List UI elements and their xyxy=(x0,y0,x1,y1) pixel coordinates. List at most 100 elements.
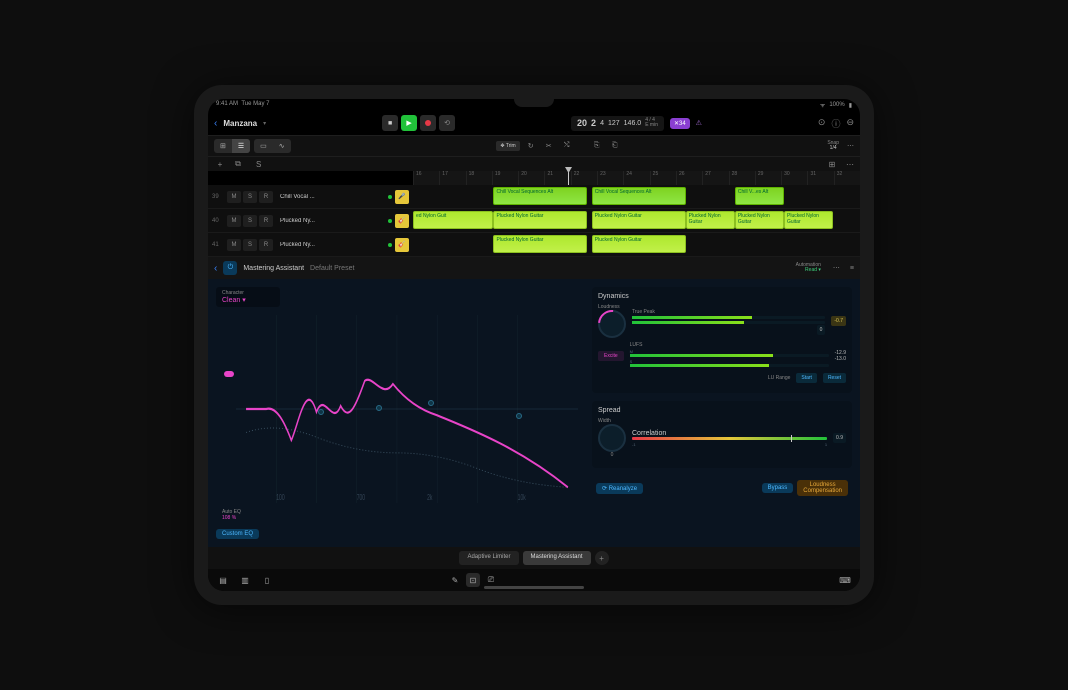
panel-list-icon[interactable]: ≡ xyxy=(850,265,854,272)
project-dropdown-icon[interactable]: ▾ xyxy=(263,120,266,127)
track-row[interactable]: 41MSRPlucked Ny...🎸Plucked Nylon GuitarP… xyxy=(208,233,860,257)
track-instrument-icon[interactable]: 🎸 xyxy=(395,238,409,252)
notes-icon[interactable]: ▯ xyxy=(260,573,274,587)
solo-button[interactable]: S xyxy=(243,239,257,251)
duplicate-track-icon[interactable]: ⧉ xyxy=(232,159,244,169)
grid-view[interactable]: ⊞ xyxy=(214,139,232,153)
mode-badge[interactable]: ✕34 xyxy=(670,118,690,129)
add-plugin-button[interactable]: + xyxy=(595,551,609,565)
library-icon[interactable]: ▤ xyxy=(216,573,230,587)
home-indicator[interactable] xyxy=(484,586,584,589)
help-icon[interactable]: ⓘ xyxy=(831,117,840,130)
track-name[interactable]: Chill Vocal ... xyxy=(280,194,385,200)
add-track-button[interactable]: + xyxy=(214,160,226,169)
list-view[interactable]: ☰ xyxy=(232,139,250,153)
lu-start-button[interactable]: Start xyxy=(796,373,817,383)
region-view[interactable]: ▭ xyxy=(254,139,273,153)
audio-region[interactable]: Chill V...es Alt xyxy=(735,187,784,205)
track-name[interactable]: Plucked Ny... xyxy=(280,218,385,224)
loop-tool[interactable]: ↻ xyxy=(524,139,538,153)
tuner-icon[interactable]: ⚠ xyxy=(696,119,702,127)
track-instrument-icon[interactable]: 🎸 xyxy=(395,214,409,228)
true-peak-meter-r xyxy=(632,321,825,324)
plugin-chain-tabs: Adaptive Limiter Mastering Assistant + xyxy=(208,547,860,569)
track-more-icon[interactable]: ⋯ xyxy=(846,160,854,169)
mute-button[interactable]: M xyxy=(227,191,241,203)
cycle-button[interactable]: ⟲ xyxy=(439,115,455,131)
panel-preset[interactable]: Default Preset xyxy=(310,265,354,272)
custom-eq-button[interactable]: Custom EQ xyxy=(216,529,259,539)
audio-region[interactable]: Plucked Nylon Guitar xyxy=(592,235,686,253)
plugin-power-button[interactable]: ⏻ xyxy=(223,261,237,275)
record-enable-button[interactable]: R xyxy=(259,239,273,251)
auto-eq-readout: Auto EQ 108 % xyxy=(222,509,241,521)
bypass-button[interactable]: Bypass xyxy=(762,483,794,493)
solo-button[interactable]: S xyxy=(243,215,257,227)
mute-button[interactable]: M xyxy=(227,239,241,251)
mute-button[interactable]: M xyxy=(227,215,241,227)
width-knob[interactable] xyxy=(598,424,626,452)
audio-region[interactable]: Plucked Nylon Guitar xyxy=(493,211,587,229)
audio-region[interactable]: Plucked Nylon Guitar xyxy=(592,211,686,229)
lu-reset-button[interactable]: Reset xyxy=(823,373,846,383)
play-button[interactable]: ▶ xyxy=(401,115,417,131)
audio-region[interactable]: Plucked Nylon Guitar xyxy=(784,211,833,229)
reanalyze-button[interactable]: ⟳ Reanalyze xyxy=(596,483,643,494)
history-icon[interactable]: ⊙ xyxy=(818,117,826,130)
track-number: 40 xyxy=(212,218,224,224)
paste-tool[interactable]: ⎗ xyxy=(608,139,622,153)
back-button[interactable]: ‹ xyxy=(214,118,217,129)
excite-button[interactable]: Excite xyxy=(598,351,624,361)
audio-region[interactable]: Chill Vocal Sequences Alt xyxy=(592,187,686,205)
keyboard-icon[interactable]: ⌨ xyxy=(838,573,852,587)
scissors-tool[interactable]: ✂ xyxy=(542,139,556,153)
record-button[interactable] xyxy=(420,115,436,131)
track-row[interactable]: 40MSRPlucked Ny...🎸ed Nylon GuitPlucked … xyxy=(208,209,860,233)
eq-point-3[interactable] xyxy=(428,400,434,406)
panel-back-button[interactable]: ‹ xyxy=(214,263,217,274)
stop-button[interactable]: ■ xyxy=(382,115,398,131)
record-enable-button[interactable]: R xyxy=(259,191,273,203)
curve-view[interactable]: ∿ xyxy=(273,139,291,153)
edit-icon[interactable]: ✎ xyxy=(448,573,462,587)
character-selector[interactable]: Character Clean ▾ xyxy=(216,287,280,307)
audio-region[interactable]: Plucked Nylon Guitar xyxy=(493,235,587,253)
project-name[interactable]: Manzana xyxy=(223,119,257,128)
settings-icon[interactable]: ⊖ xyxy=(846,117,854,130)
track-name[interactable]: Plucked Ny... xyxy=(280,242,385,248)
more-icon[interactable]: ⋯ xyxy=(847,142,854,150)
track-row[interactable]: 39MSRChill Vocal ...🎤Chill Vocal Sequenc… xyxy=(208,185,860,209)
pointer-tool[interactable]: ✥ Trim xyxy=(496,141,519,151)
eq-low-handle[interactable] xyxy=(224,371,234,377)
record-enable-button[interactable]: R xyxy=(259,215,273,227)
track-instrument-icon[interactable]: 🎤 xyxy=(395,190,409,204)
solo-button[interactable]: S xyxy=(243,191,257,203)
track-lane[interactable]: Chill Vocal Sequences Alt Chill Vocal Seq… xyxy=(413,185,860,208)
audio-region[interactable]: Plucked Nylon Guitar xyxy=(686,211,735,229)
eq-graph[interactable]: 100 700 2k 10k xyxy=(236,315,578,503)
snap-setting[interactable]: Snap 1/4 xyxy=(827,141,839,152)
loudness-comp-button[interactable]: Loudness Compensation xyxy=(797,480,848,496)
loudness-knob[interactable] xyxy=(598,310,626,338)
track-lane[interactable]: Plucked Nylon Guitar Plucked Nylon Guitar xyxy=(413,233,860,256)
battery-icon: ▮ xyxy=(849,102,852,109)
lcd-key: E min xyxy=(645,123,658,129)
tab-mastering-assistant[interactable]: Mastering Assistant xyxy=(523,551,591,565)
playhead[interactable] xyxy=(568,171,569,185)
timeline-ruler[interactable]: 1617181920212223242526272829303132 xyxy=(413,171,860,185)
add-region-icon[interactable]: ⊞ xyxy=(826,160,838,169)
panel-more-icon[interactable]: ⋯ xyxy=(833,264,840,272)
tab-adaptive-limiter[interactable]: Adaptive Limiter xyxy=(459,551,518,565)
spread-section: Spread Width 0 Correlation -1 1 xyxy=(592,401,852,468)
mixer-icon[interactable]: ⎚ xyxy=(484,573,498,587)
lcd-display[interactable]: 20 2 4 127 146.0 4 / 4E min xyxy=(571,116,664,131)
automation-mode[interactable]: Automation Read ▾ xyxy=(796,263,821,274)
track-lane[interactable]: ed Nylon GuitPlucked Nylon GuitarPlucked… xyxy=(413,209,860,232)
copy-tool[interactable]: ⎘ xyxy=(590,139,604,153)
browser-icon[interactable]: ▥ xyxy=(238,573,252,587)
audio-region[interactable]: Plucked Nylon Guitar xyxy=(735,211,784,229)
audio-region[interactable]: Chill Vocal Sequences Alt xyxy=(493,187,587,205)
plugin-icon[interactable]: ⊡ xyxy=(466,573,480,587)
audio-region[interactable]: ed Nylon Guit xyxy=(413,211,493,229)
join-tool[interactable]: ⤭ xyxy=(560,139,574,153)
